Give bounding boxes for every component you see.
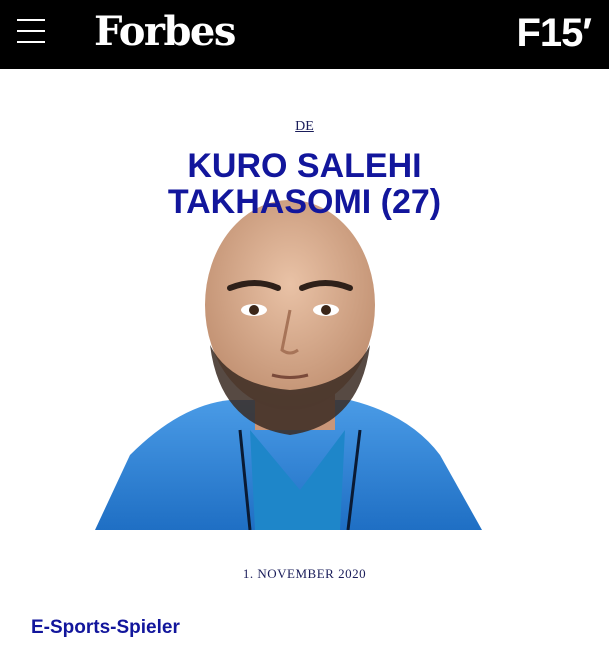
name-line-2: TAKHASOMI (27) xyxy=(167,183,442,221)
menu-line xyxy=(17,41,45,43)
language-link-de[interactable]: DE xyxy=(295,119,314,134)
portrait-photo xyxy=(95,200,482,530)
f15-logo[interactable]: F15′ xyxy=(516,10,592,56)
occupation-label: E-Sports-Spieler xyxy=(31,617,180,638)
language-switch: DE xyxy=(0,117,609,135)
person-name-heading: KURO SALEHI TAKHASOMI (27) xyxy=(0,148,609,220)
hamburger-menu-icon[interactable] xyxy=(17,19,45,43)
forbes-logo[interactable]: Forbes xyxy=(94,8,236,56)
menu-line xyxy=(17,30,45,32)
publish-date: 1. NOVEMBER 2020 xyxy=(242,566,367,581)
menu-line xyxy=(17,19,45,21)
top-navigation-bar: Forbes F15′ xyxy=(0,0,609,69)
name-line-1: KURO SALEHI xyxy=(187,147,422,185)
